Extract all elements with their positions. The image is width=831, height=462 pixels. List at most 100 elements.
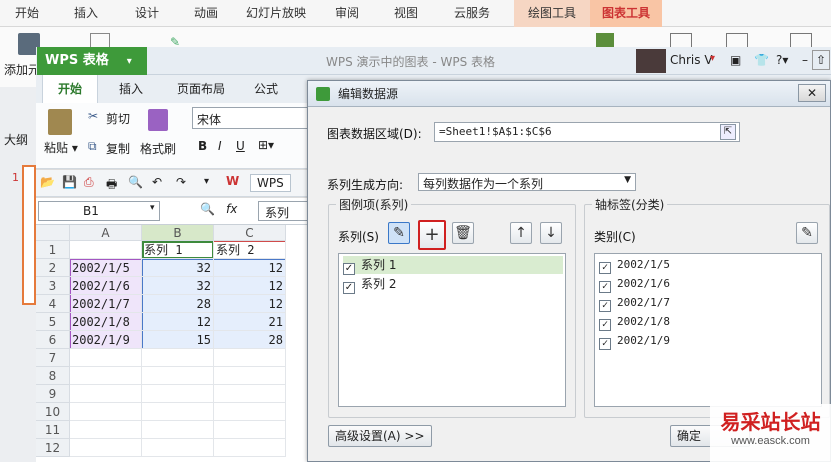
row-header[interactable]: 9	[36, 385, 70, 403]
cell-b[interactable]	[142, 439, 214, 457]
cell-a[interactable]	[70, 403, 142, 421]
border-icon[interactable]: ⊞▾	[258, 138, 274, 152]
cell-b[interactable]	[142, 421, 214, 439]
cell-a[interactable]: 2002/1/6	[70, 277, 142, 295]
name-box-dropdown-icon[interactable]: ▾	[150, 203, 155, 213]
cell-c[interactable]: 系列 2	[214, 241, 286, 259]
cell-b[interactable]: 32	[142, 277, 214, 295]
cell-b[interactable]	[142, 403, 214, 421]
cell-a[interactable]	[70, 385, 142, 403]
ppt-tab-0[interactable]: 开始	[0, 0, 54, 27]
print-icon[interactable]: 🖶	[106, 175, 117, 196]
shirt-icon[interactable]: 👕	[754, 53, 769, 67]
spreadsheet-grid[interactable]: A B C 1 系列 1 系列 2 2 2002/1/5 32 12 3 2002/1/6 32 1…	[36, 225, 316, 462]
qa-dropdown-icon[interactable]: ▾	[204, 176, 209, 187]
row-header[interactable]: 1	[36, 241, 70, 259]
row-header[interactable]: 3	[36, 277, 70, 295]
ppt-tab-2[interactable]: 设计	[118, 0, 176, 27]
tab-formula[interactable]: 公式	[244, 75, 288, 103]
outline-tab[interactable]: 大纲	[4, 131, 28, 148]
row-header[interactable]: 2	[36, 259, 70, 277]
doc-tab[interactable]: WPS	[250, 174, 291, 192]
category-item[interactable]: ✓ 2002/1/5	[599, 256, 670, 274]
category-checkbox[interactable]: ✓	[599, 300, 611, 312]
user-dropdown-icon[interactable]: ▾	[710, 53, 715, 64]
logo-dropdown-icon[interactable]: ▾	[127, 56, 132, 67]
format-painter-icon[interactable]	[148, 109, 168, 131]
range-picker-icon[interactable]: ⇱	[720, 124, 736, 140]
cell-c[interactable]	[214, 385, 286, 403]
cell-b[interactable]: 15	[142, 331, 214, 349]
row-header[interactable]: 5	[36, 313, 70, 331]
tab-home[interactable]: 开始	[42, 75, 98, 103]
cell-c[interactable]	[214, 439, 286, 457]
font-name-select[interactable]: 宋体	[192, 107, 312, 129]
ppt-tab-6[interactable]: 视图	[378, 0, 434, 27]
direction-select[interactable]: 每列数据作为一个系列 ▼	[418, 173, 636, 191]
category-item[interactable]: ✓ 2002/1/9	[599, 332, 670, 350]
cell-a[interactable]: 2002/1/5	[70, 259, 142, 277]
category-checkbox[interactable]: ✓	[599, 319, 611, 331]
ppt-tab-7[interactable]: 云服务	[438, 0, 506, 27]
add-label[interactable]: 添加元	[4, 61, 40, 78]
paste-icon[interactable]	[48, 109, 72, 135]
cell-a[interactable]	[70, 439, 142, 457]
preview-icon[interactable]: 🔍	[128, 175, 143, 189]
ppt-tab-9[interactable]: 图表工具	[590, 0, 662, 27]
fx-button[interactable]: fx	[226, 202, 237, 216]
ppt-tab-4[interactable]: 幻灯片放映	[236, 0, 316, 27]
corner-header[interactable]	[36, 225, 70, 241]
category-item[interactable]: ✓ 2002/1/8	[599, 313, 670, 331]
column-header-b[interactable]: B	[142, 225, 214, 241]
ppt-tab-1[interactable]: 插入	[58, 0, 114, 27]
save-icon[interactable]: 💾	[62, 175, 77, 189]
cell-a[interactable]	[70, 241, 142, 259]
cut-label[interactable]: 剪切	[106, 110, 130, 127]
cell-c[interactable]: 21	[214, 313, 286, 331]
cut-icon[interactable]: ✂	[88, 109, 98, 123]
cell-a[interactable]: 2002/1/9	[70, 331, 142, 349]
series-checkbox[interactable]: ✓	[343, 282, 355, 294]
help-icon[interactable]: ?▾	[776, 53, 788, 67]
slide-thumbnail[interactable]	[22, 165, 36, 305]
skin-icon[interactable]: ▣	[730, 53, 741, 67]
ppt-tab-5[interactable]: 审阅	[320, 0, 374, 27]
cell-c[interactable]: 12	[214, 295, 286, 313]
cell-c[interactable]	[214, 367, 286, 385]
delete-series-button[interactable]: 🗑	[452, 222, 474, 244]
row-header[interactable]: 12	[36, 439, 70, 457]
user-name[interactable]: Chris V	[670, 53, 713, 67]
avatar[interactable]	[636, 49, 666, 73]
category-item[interactable]: ✓ 2002/1/6	[599, 275, 670, 293]
cell-b[interactable]: 系列 1	[142, 241, 214, 259]
cell-c[interactable]: 28	[214, 331, 286, 349]
ppt-tab-3[interactable]: 动画	[180, 0, 232, 27]
edit-category-button[interactable]: ✎	[796, 222, 818, 244]
formula-input[interactable]: 系列	[258, 201, 314, 221]
copy-label[interactable]: 复制	[106, 140, 130, 157]
underline-button[interactable]: U	[236, 139, 245, 153]
italic-button[interactable]: I	[218, 139, 222, 153]
cell-a[interactable]	[70, 421, 142, 439]
series-list[interactable]: ✓ 系列 1 ✓ 系列 2	[338, 253, 566, 407]
tab-insert[interactable]: 插入	[106, 75, 156, 103]
series-item[interactable]: ✓ 系列 1	[343, 256, 563, 275]
cell-a[interactable]: 2002/1/7	[70, 295, 142, 313]
cell-a[interactable]	[70, 367, 142, 385]
row-header[interactable]: 7	[36, 349, 70, 367]
cell-c[interactable]	[214, 421, 286, 439]
category-list[interactable]: ✓ 2002/1/5 ✓ 2002/1/6 ✓ 2002/1/7 ✓ 2002/1/8 ✓ 200…	[594, 253, 822, 407]
zoom-icon[interactable]: 🔍	[200, 202, 215, 216]
close-icon[interactable]: ✕	[798, 84, 826, 102]
cell-b[interactable]	[142, 367, 214, 385]
move-down-button[interactable]: ↓	[540, 222, 562, 244]
column-header-c[interactable]: C	[214, 225, 286, 241]
edit-series-button[interactable]: ✎	[388, 222, 410, 244]
move-up-button[interactable]: ↑	[510, 222, 532, 244]
restore-icon[interactable]: ⇧	[812, 50, 830, 70]
row-header[interactable]: 6	[36, 331, 70, 349]
series-item[interactable]: ✓ 系列 2	[343, 275, 563, 294]
name-box[interactable]: B1	[38, 201, 160, 221]
cell-c[interactable]	[214, 349, 286, 367]
range-input[interactable]: =Sheet1!$A$1:$C$6	[434, 122, 740, 142]
